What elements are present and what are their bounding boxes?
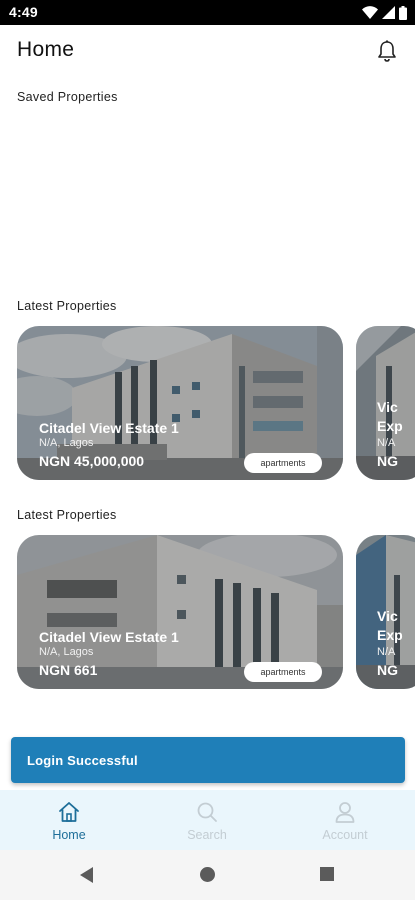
property-name: Citadel View Estate 1 (39, 420, 179, 436)
property-carousel[interactable]: Citadel View Estate 1 N/A, Lagos NGN 45,… (17, 326, 415, 480)
property-location: N/A (377, 437, 396, 449)
property-name: Vic (377, 399, 398, 415)
status-bar: 4:49 (0, 0, 415, 25)
property-card[interactable]: Vic Exp N/A NG (356, 326, 415, 480)
nav-item-search[interactable]: Search (138, 790, 276, 850)
latest-properties-title: Latest Properties (17, 299, 117, 313)
property-price: NGN 45,000,000 (39, 453, 145, 469)
property-card[interactable]: Vic Exp N/A NG (356, 535, 415, 689)
property-price: NG (377, 662, 398, 678)
account-icon (335, 802, 355, 823)
property-name: Vic (377, 608, 398, 624)
property-type-tag: apartments (244, 453, 322, 473)
nav-label-search: Search (187, 828, 227, 842)
property-price: NG (377, 453, 398, 469)
property-price: NGN 661 (39, 662, 98, 678)
home-circle-icon[interactable] (200, 867, 215, 882)
bottom-navigation: Home Search Account (0, 790, 415, 850)
search-icon (197, 802, 217, 822)
nav-label-home: Home (52, 828, 86, 842)
property-name: Citadel View Estate 1 (39, 629, 179, 645)
property-card[interactable]: Citadel View Estate 1 N/A, Lagos NGN 661… (17, 535, 343, 689)
back-icon[interactable] (80, 867, 94, 883)
cell-signal-icon (382, 6, 395, 19)
nav-label-account: Account (322, 828, 368, 842)
status-icons (362, 5, 407, 20)
latest-properties-title: Latest Properties (17, 508, 117, 522)
wifi-icon (362, 6, 378, 19)
system-navigation-bar (0, 850, 415, 900)
toast-message: Login Successful (27, 753, 138, 768)
property-type-tag: apartments (244, 662, 322, 682)
nav-item-home[interactable]: Home (0, 790, 138, 850)
nav-item-account[interactable]: Account (276, 790, 414, 850)
recents-icon[interactable] (320, 867, 334, 881)
property-location: N/A (377, 646, 396, 658)
page-title: Home (17, 38, 75, 61)
property-location: N/A, Lagos (39, 646, 94, 658)
saved-properties-title: Saved Properties (17, 90, 118, 104)
login-success-toast: Login Successful (11, 737, 405, 783)
property-location: N/A, Lagos (39, 437, 94, 449)
property-carousel[interactable]: Citadel View Estate 1 N/A, Lagos NGN 661… (17, 535, 415, 689)
status-time: 4:49 (9, 4, 38, 20)
property-card[interactable]: Citadel View Estate 1 N/A, Lagos NGN 45,… (17, 326, 343, 480)
home-icon (59, 802, 79, 822)
property-name-continued: Exp (377, 627, 403, 643)
battery-icon (399, 5, 407, 20)
app-header: Home (0, 25, 415, 77)
notification-bell-icon[interactable] (376, 39, 398, 63)
property-name-continued: Exp (377, 418, 403, 434)
